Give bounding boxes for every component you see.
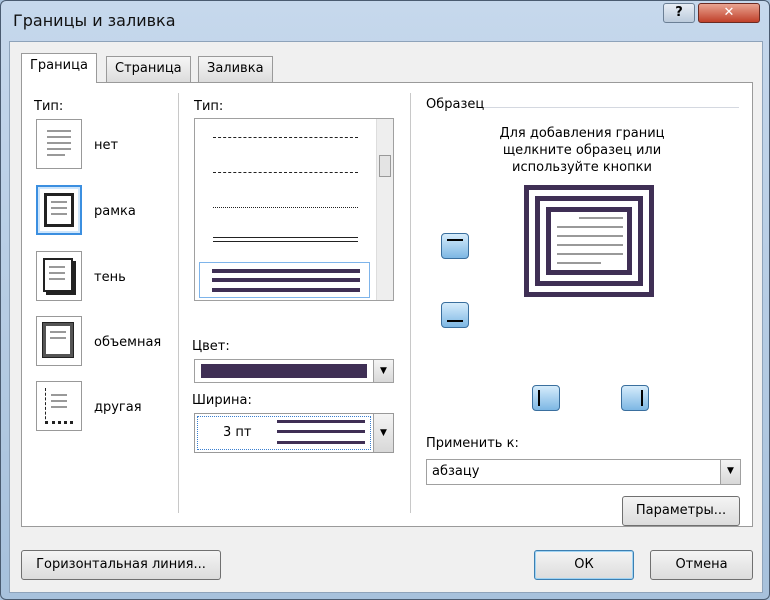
horizontal-line-button[interactable]: Горизонтальная линия... [21, 550, 221, 580]
dialog-client: Граница Страница Заливка Тип: нет рамка … [9, 41, 763, 593]
top-border-button[interactable] [441, 233, 469, 259]
left-border-button[interactable] [532, 385, 560, 411]
tab-border[interactable]: Граница [21, 53, 97, 83]
setting-box-button[interactable] [36, 185, 82, 235]
preview-area[interactable] [524, 185, 654, 297]
bottom-border-button[interactable] [441, 302, 469, 328]
dialog-window: Границы и заливка ? ✕ Граница Страница З… [0, 0, 770, 600]
setting-shadow-label[interactable]: тень [94, 270, 126, 285]
apply-to-value: абзацу [432, 464, 480, 479]
chevron-down-icon[interactable]: ▼ [373, 360, 393, 382]
apply-to-label: Применить к: [426, 436, 519, 451]
style-scrollbar[interactable] [376, 119, 393, 300]
divider [178, 93, 179, 513]
style-dashdotdot[interactable] [213, 207, 358, 208]
line-style-list[interactable] [194, 118, 394, 301]
preview-label: Образец [426, 97, 485, 112]
setting-label: Тип: [34, 99, 64, 114]
scroll-thumb[interactable] [379, 155, 391, 177]
apply-to-select[interactable]: абзацу ▼ [426, 459, 741, 485]
color-swatch [201, 364, 367, 378]
tab-shading[interactable]: Заливка [198, 56, 273, 82]
style-label: Тип: [194, 99, 224, 114]
dialog-title: Границы и заливка [13, 11, 176, 30]
setting-custom-button[interactable] [36, 381, 82, 431]
width-value: 3 пт [223, 425, 252, 440]
style-double[interactable] [213, 237, 358, 242]
color-label: Цвет: [192, 339, 230, 354]
style-triple-selected[interactable] [199, 262, 370, 298]
hint-line: используйте кнопки [512, 160, 652, 175]
hint-line: Для добавления границ [499, 126, 665, 141]
right-border-button[interactable] [621, 385, 649, 411]
border-panel: Тип: нет рамка тень объемная другая Тип:… [21, 82, 753, 527]
preview-hint: Для добавления границ щелкните образец ил… [422, 125, 742, 176]
chevron-down-icon[interactable]: ▼ [373, 414, 393, 452]
tab-page[interactable]: Страница [106, 56, 191, 82]
color-select[interactable]: ▼ [194, 359, 394, 383]
options-button[interactable]: Параметры... [622, 496, 740, 526]
setting-custom-label[interactable]: другая [94, 400, 142, 415]
style-dashdot[interactable] [213, 172, 358, 173]
divider [410, 93, 411, 513]
cancel-button[interactable]: Отмена [650, 550, 753, 580]
setting-3d-label[interactable]: объемная [94, 335, 161, 350]
chevron-down-icon[interactable]: ▼ [720, 460, 740, 484]
setting-box-label[interactable]: рамка [94, 204, 136, 219]
setting-none-button[interactable] [36, 119, 82, 169]
width-label: Ширина: [192, 393, 252, 408]
help-button[interactable]: ? [663, 3, 695, 23]
setting-shadow-button[interactable] [36, 251, 82, 301]
setting-3d-button[interactable] [36, 316, 82, 366]
ok-button[interactable]: ОК [534, 550, 634, 580]
width-select[interactable]: 3 пт ▼ [194, 413, 394, 453]
close-button[interactable]: ✕ [698, 3, 760, 23]
setting-none-label[interactable]: нет [94, 138, 118, 153]
style-dashed[interactable] [213, 137, 358, 138]
hint-line: щелкните образец или [502, 143, 662, 158]
